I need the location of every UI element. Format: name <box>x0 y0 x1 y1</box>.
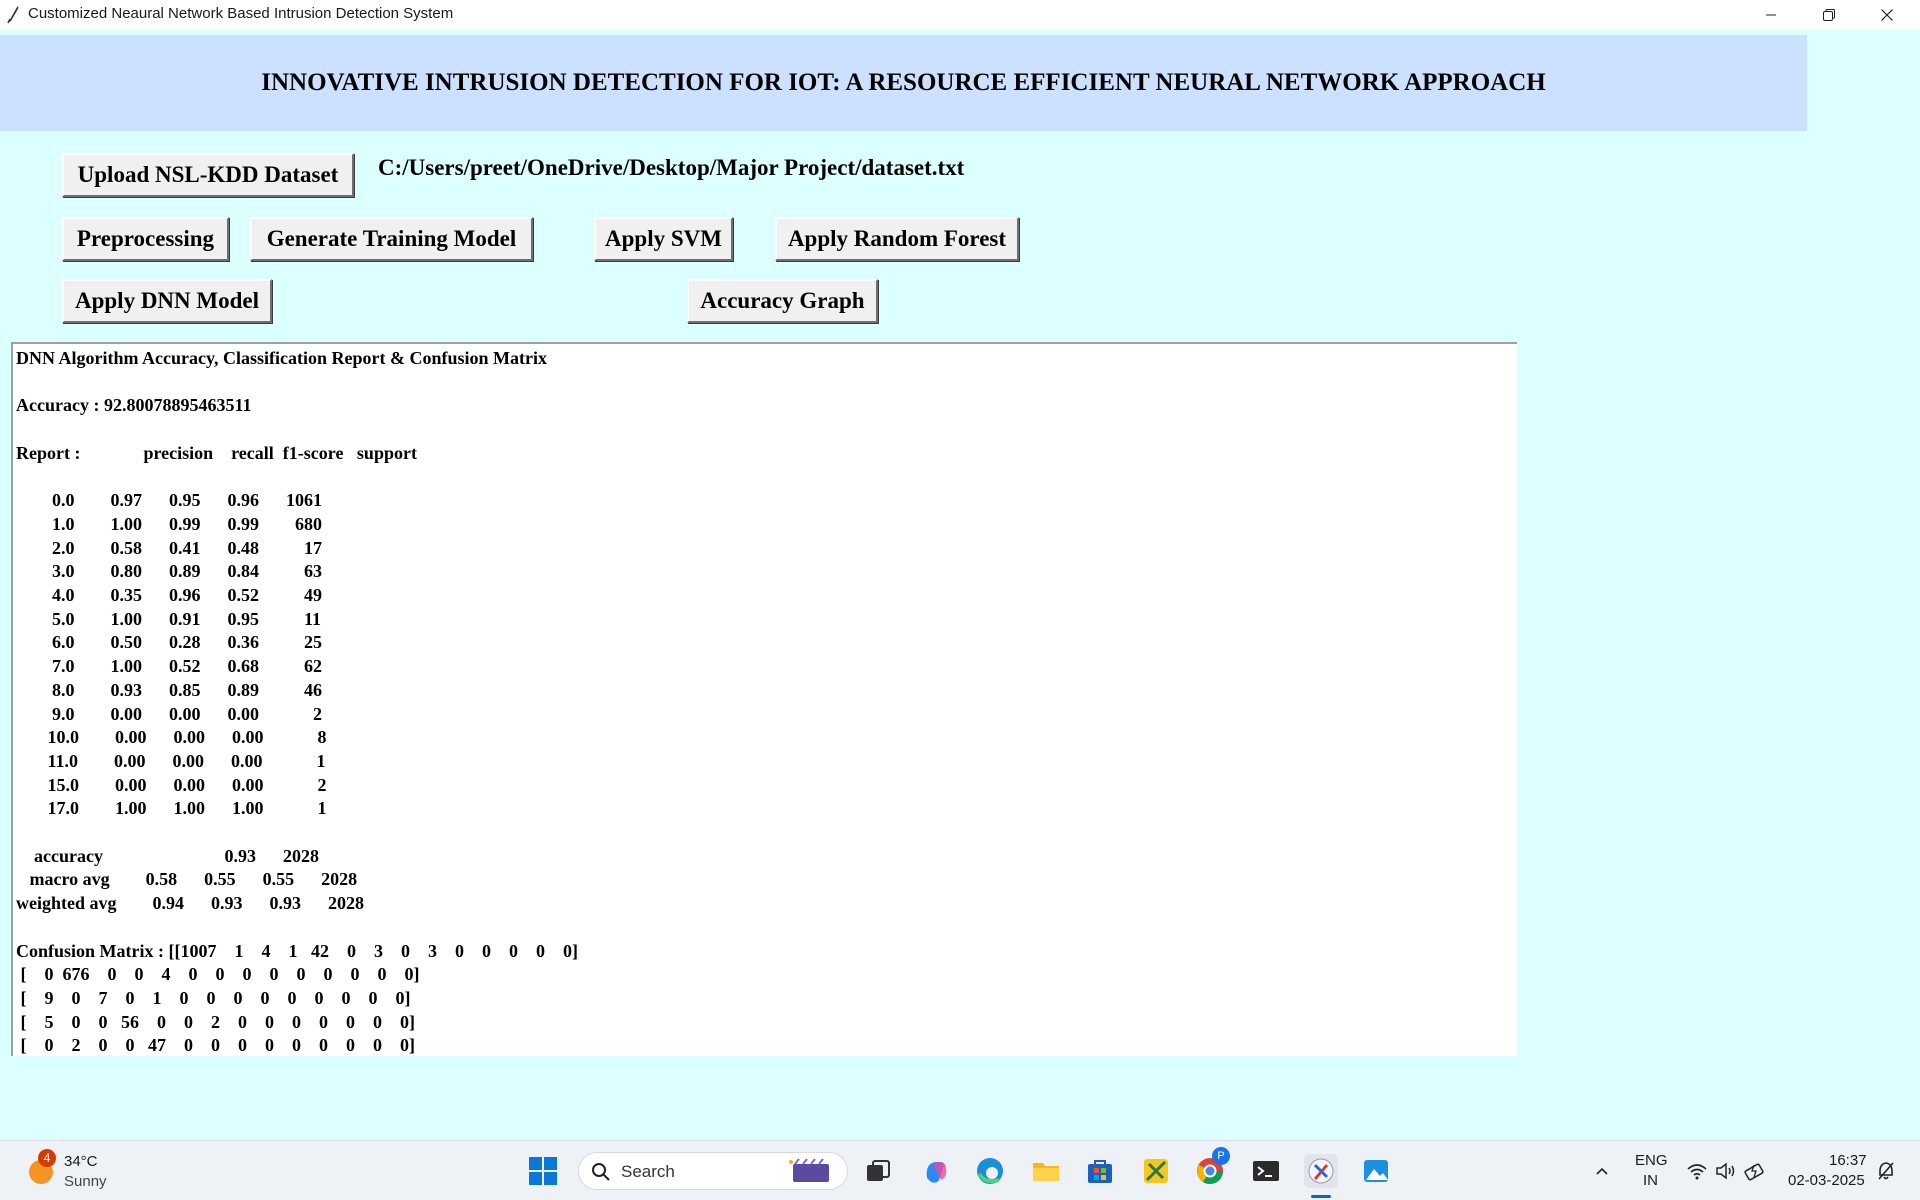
store-icon <box>1088 1160 1112 1183</box>
preprocessing-button[interactable]: Preprocessing <box>62 217 229 261</box>
edge-browser-icon <box>977 1158 1003 1184</box>
header-banner: INNOVATIVE INTRUSION DETECTION FOR IOT: … <box>0 35 1807 131</box>
clock-time[interactable]: 16:37 <box>1829 1152 1867 1169</box>
feather-app-icon <box>7 6 19 24</box>
taskbar-python-app-active[interactable] <box>1304 1154 1338 1188</box>
close-icon <box>1881 8 1893 21</box>
taskbar: 4 34°C Sunny Search P ENG IN 16:37 02-03… <box>0 1140 1920 1200</box>
photos-icon <box>1364 1160 1388 1182</box>
feather-app-icon <box>1308 1158 1334 1184</box>
weather-badge: 4 <box>38 1149 56 1167</box>
apply-svm-button[interactable]: Apply SVM <box>594 217 733 261</box>
accuracy-graph-button[interactable]: Accuracy Graph <box>687 279 878 323</box>
apply-dnn-model-button[interactable]: Apply DNN Model <box>62 279 272 323</box>
upload-dataset-button[interactable]: Upload NSL-KDD Dataset <box>62 153 354 197</box>
taskbar-pinned-app[interactable] <box>1140 1155 1172 1187</box>
taskbar-copilot[interactable] <box>920 1155 952 1187</box>
show-hidden-icons-button[interactable] <box>1586 1155 1618 1187</box>
volume-icon <box>1716 1162 1735 1180</box>
search-placeholder: Search <box>621 1162 675 1181</box>
restore-icon <box>1823 8 1835 21</box>
page-title: INNOVATIVE INTRUSION DETECTION FOR IOT: … <box>261 69 1546 96</box>
notification-bell-icon <box>1878 1162 1894 1180</box>
region-indicator[interactable]: IN <box>1643 1172 1658 1189</box>
close-button[interactable] <box>1858 0 1916 29</box>
start-button[interactable] <box>527 1155 559 1187</box>
task-view-icon <box>867 1160 890 1181</box>
clock-date[interactable]: 02-03-2025 <box>1788 1172 1865 1189</box>
search-highlight-icon <box>789 1158 829 1182</box>
temperature: 34°C <box>64 1153 98 1170</box>
taskbar-terminal[interactable] <box>1250 1155 1282 1187</box>
wifi-icon <box>1687 1164 1707 1180</box>
language-indicator[interactable]: ENG <box>1635 1152 1668 1169</box>
minimize-button[interactable] <box>1742 0 1800 29</box>
taskbar-chrome[interactable]: P <box>1194 1147 1230 1187</box>
search-icon <box>592 1163 610 1181</box>
taskbar-task-view[interactable] <box>862 1155 894 1187</box>
copilot-icon <box>926 1162 947 1183</box>
windows-logo-icon <box>529 1157 557 1185</box>
battery-icon <box>1744 1163 1764 1181</box>
results-text: DNN Algorithm Accuracy, Classification R… <box>16 348 578 1056</box>
folder-icon <box>1033 1163 1059 1181</box>
chrome-profile-badge: P <box>1212 1147 1230 1165</box>
taskbar-search[interactable]: Search <box>578 1152 848 1190</box>
title-bar: Customized Neaural Network Based Intrusi… <box>0 0 1920 29</box>
system-tray[interactable] <box>1686 1159 1770 1183</box>
app-client-area: INNOVATIVE INTRUSION DETECTION FOR IOT: … <box>0 29 1920 1140</box>
pinned-app-icon <box>1144 1159 1168 1183</box>
taskbar-store[interactable] <box>1084 1155 1116 1187</box>
minimize-icon <box>1766 14 1776 15</box>
apply-random-forest-button[interactable]: Apply Random Forest <box>775 217 1019 261</box>
taskbar-edge[interactable] <box>974 1155 1006 1187</box>
results-text-area[interactable]: DNN Algorithm Accuracy, Classification R… <box>11 342 1517 1056</box>
generate-training-model-button[interactable]: Generate Training Model <box>250 217 533 261</box>
chevron-up-icon <box>1596 1167 1608 1175</box>
restore-button[interactable] <box>1800 0 1858 29</box>
active-app-indicator <box>1311 1195 1331 1198</box>
taskbar-photos[interactable] <box>1360 1155 1392 1187</box>
notifications-button[interactable] <box>1870 1155 1902 1187</box>
terminal-icon <box>1253 1161 1279 1181</box>
dataset-path-label: C:/Users/preet/OneDrive/Desktop/Major Pr… <box>378 155 965 180</box>
taskbar-file-explorer[interactable] <box>1030 1155 1062 1187</box>
weather-condition: Sunny <box>64 1173 107 1190</box>
window-title: Customized Neaural Network Based Intrusi… <box>28 5 454 22</box>
weather-widget[interactable]: 4 34°C Sunny <box>24 1149 124 1193</box>
